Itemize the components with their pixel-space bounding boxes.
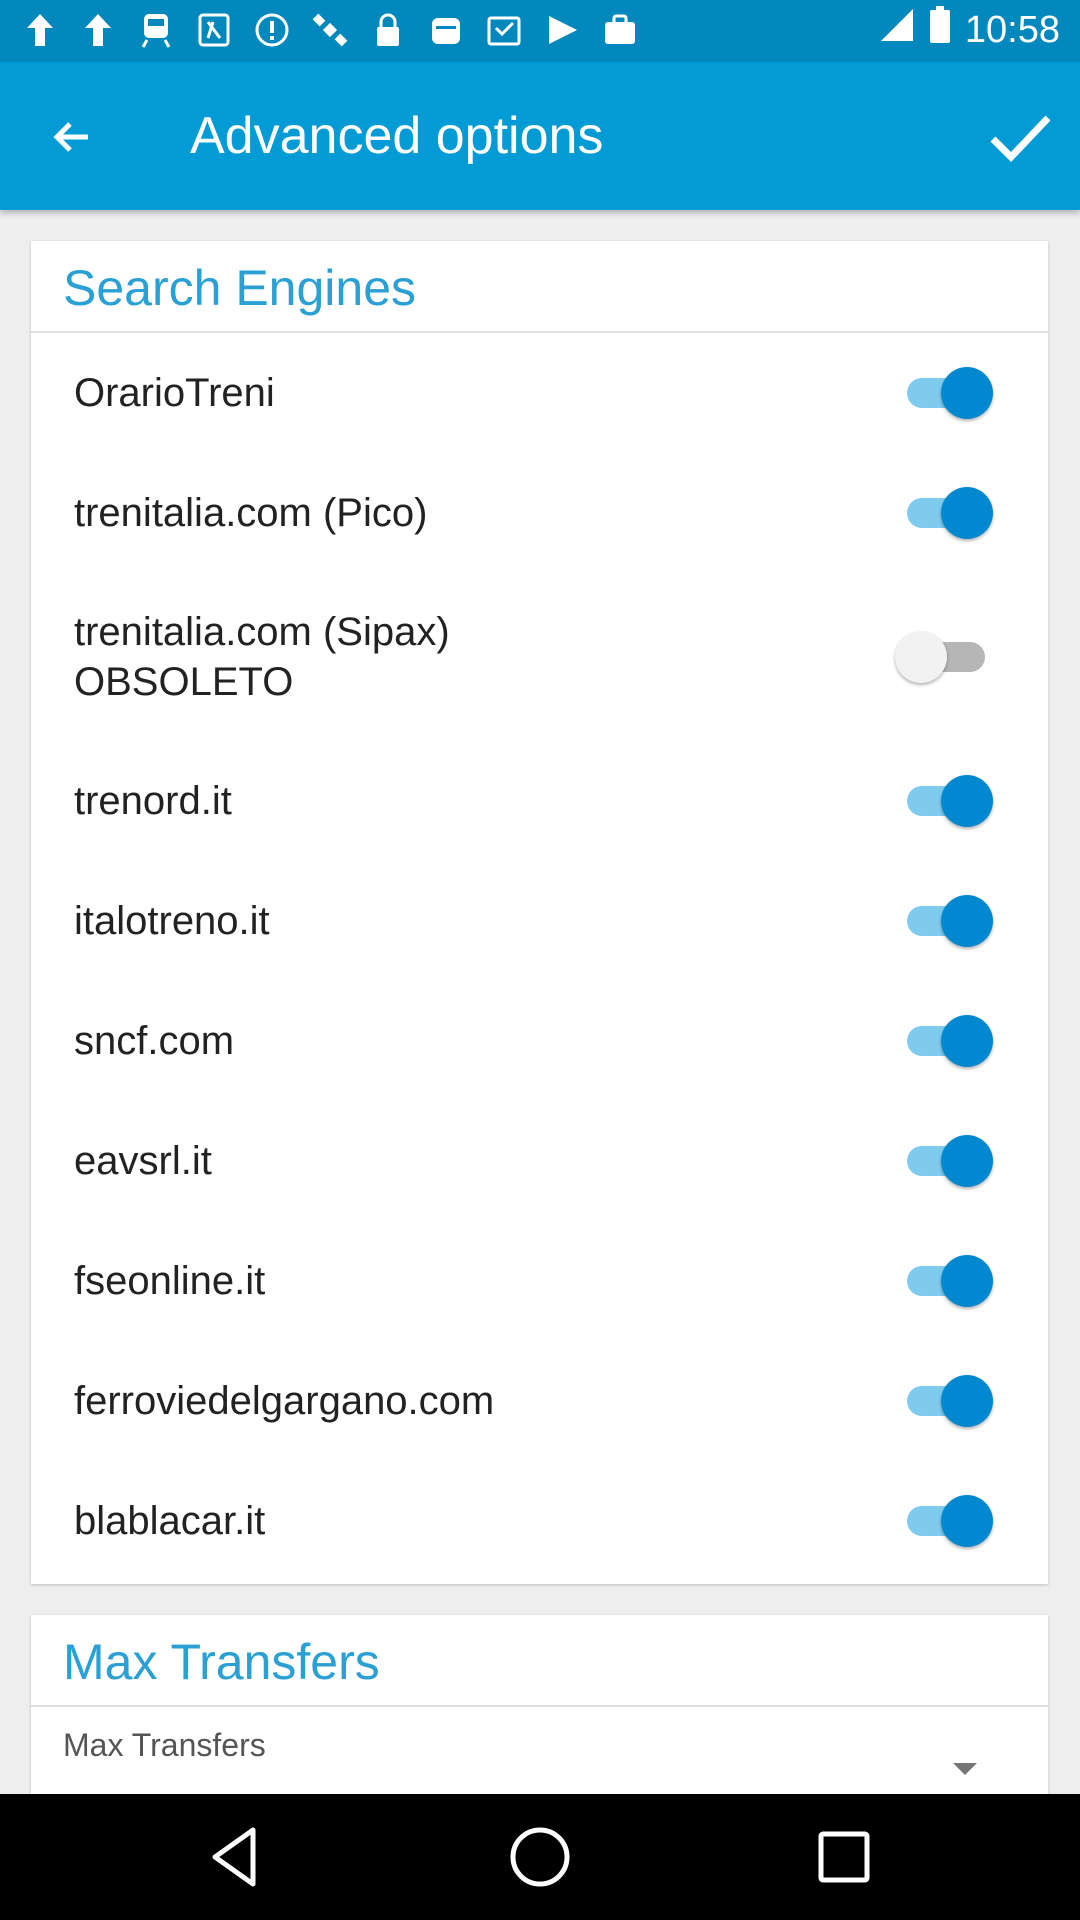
lock-icon [368,10,408,50]
circle-home-icon [510,1827,570,1887]
satellite-icon [310,10,350,50]
search-engine-label: trenord.it [74,779,232,823]
clock: 10:58 [964,8,1060,51]
search-engine-toggle[interactable] [895,627,993,687]
search-engine-toggle[interactable] [901,1371,993,1431]
section-title-search-engines: Search Engines [63,260,417,316]
search-engines-card: Search Engines OrarioTreni trenitalia.com… [31,241,1048,1584]
search-engine-row[interactable]: italotreno.it [31,861,1048,981]
toggle-thumb [941,1375,993,1427]
search-engine-label: ferroviedelgargano.com [74,1379,495,1423]
search-engine-label: italotreno.it [74,899,270,943]
search-engine-row[interactable]: OrarioTreni [31,333,1048,453]
alert-icon [252,10,292,50]
search-engine-label: trenitalia.com (Sipax) OBSOLETO [74,610,450,704]
play-store-icon [542,10,582,50]
search-engine-row[interactable]: trenitalia.com (Pico) [31,453,1048,573]
search-engine-row[interactable]: trenord.it [31,741,1048,861]
search-engine-label: sncf.com [74,1019,235,1063]
calendar-icon [426,10,466,50]
square-recents-icon [818,1831,870,1883]
back-arrow-icon [53,122,88,152]
briefcase-icon [600,10,640,50]
transit-icon [194,10,234,50]
nav-recents-button[interactable] [809,1822,879,1892]
toggle-thumb [941,487,993,539]
search-engine-row[interactable]: sncf.com [31,981,1048,1101]
toggle-thumb [941,1015,993,1067]
inbox-icon [484,10,524,50]
nav-home-button[interactable] [505,1822,575,1892]
signal-icon [879,7,915,53]
toggle-thumb [941,1135,993,1187]
search-engine-row[interactable]: fseonline.it [31,1221,1048,1341]
search-engine-label: eavsrl.it [74,1139,212,1183]
search-engine-row[interactable]: ferroviedelgargano.com [31,1341,1048,1461]
search-engine-toggle[interactable] [901,1011,993,1071]
app-bar: Advanced options [0,62,1080,210]
search-engine-label: blablacar.it [74,1499,266,1543]
notification-arrow-icon [78,10,118,50]
max-transfers-card: Max Transfers Max Transfers [31,1615,1048,1794]
search-engines-header: Search Engines [31,241,1048,333]
search-engine-row[interactable]: blablacar.it [31,1461,1048,1581]
status-notification-icons [20,10,640,50]
page-title: Advanced options [190,107,604,165]
search-engine-toggle[interactable] [901,891,993,951]
nav-back-button[interactable] [201,1822,271,1892]
search-engine-label: fseonline.it [74,1259,266,1303]
confirm-button[interactable] [980,98,1060,178]
toggle-thumb [941,895,993,947]
search-engine-list: OrarioTreni trenitalia.com (Pico) trenital… [31,333,1048,1581]
max-transfers-label: Max Transfers [63,1727,266,1763]
toggle-thumb [941,775,993,827]
search-engine-label: OrarioTreni [74,371,275,415]
status-bar: 10:58 [0,0,1080,62]
toggle-thumb [941,1255,993,1307]
toggle-thumb [941,1495,993,1547]
train-icon [136,10,176,50]
dropdown-arrow-icon[interactable] [953,1763,977,1775]
triangle-back-icon [212,1827,256,1887]
search-engine-toggle[interactable] [901,483,993,543]
search-engine-row[interactable]: trenitalia.com (Sipax) OBSOLETO [31,573,1048,741]
search-engine-toggle[interactable] [901,1491,993,1551]
search-engine-toggle[interactable] [901,363,993,423]
search-engine-toggle[interactable] [901,771,993,831]
battery-icon [929,6,951,54]
check-icon [990,115,1051,163]
toggle-thumb [941,367,993,419]
status-system-area: 10:58 [879,6,1060,54]
back-button[interactable] [32,102,112,172]
toggle-thumb [895,631,947,683]
section-title-max-transfers: Max Transfers [63,1634,380,1690]
max-transfers-header: Max Transfers [31,1615,1048,1707]
search-engine-label: trenitalia.com (Pico) [74,491,428,535]
search-engine-toggle[interactable] [901,1251,993,1311]
search-engine-row[interactable]: eavsrl.it [31,1101,1048,1221]
notification-arrow-icon [20,10,60,50]
navigation-bar [0,1794,1080,1920]
search-engine-toggle[interactable] [901,1131,993,1191]
